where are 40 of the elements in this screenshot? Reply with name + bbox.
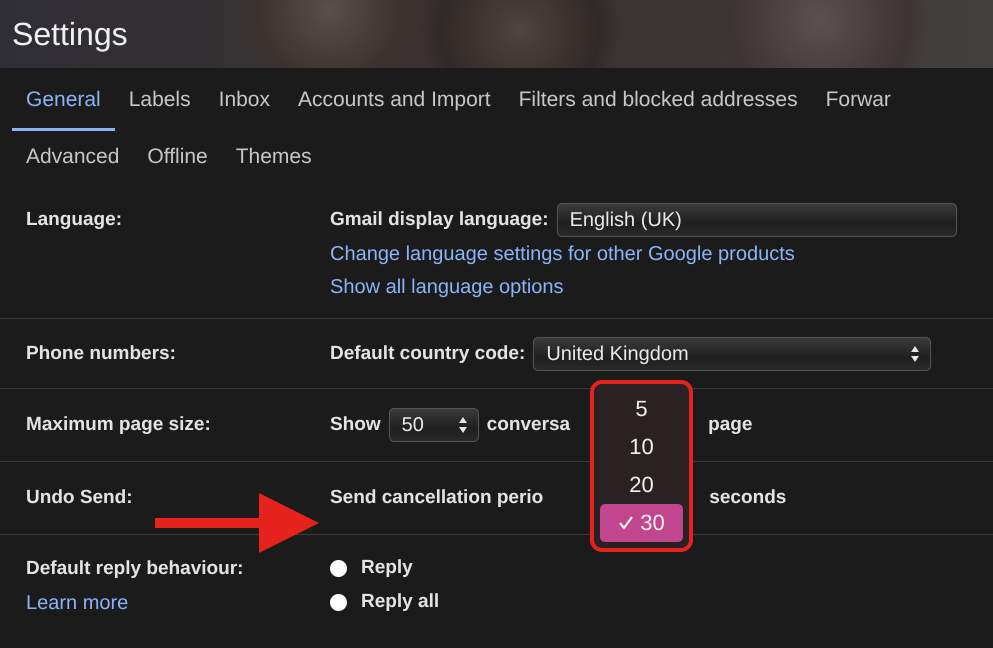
radio-label: Reply all — [361, 591, 440, 613]
setting-label: Maximum page size: — [26, 413, 212, 437]
arrow-icon — [155, 493, 319, 553]
language-link[interactable]: Show all language options — [330, 271, 993, 304]
dropdown-option[interactable]: 20 — [600, 466, 683, 504]
radio-label: Reply — [361, 557, 413, 579]
setting-label: Default reply behaviour: — [26, 557, 244, 581]
setting-label: Phone numbers: — [26, 342, 177, 366]
page-size-select[interactable]: 50 — [388, 408, 479, 442]
dropdown-option[interactable]: 5 — [600, 390, 683, 428]
up-down-arrows-icon — [458, 416, 468, 434]
field-label: conversa — [486, 414, 570, 436]
checkmark-icon — [618, 515, 634, 531]
language-select[interactable]: English (UK) — [556, 203, 957, 237]
settings-tab[interactable]: Filters and blocked addresses — [504, 68, 812, 131]
radio-button[interactable] — [330, 594, 347, 610]
language-link[interactable]: Change language settings for other Google products — [330, 238, 993, 271]
settings-tab[interactable]: Accounts and Import — [284, 68, 505, 131]
settings-tab[interactable]: Advanced — [12, 131, 134, 184]
page-title: Settings — [12, 16, 128, 52]
settings-tab[interactable]: Forwar — [812, 68, 905, 131]
settings-tab[interactable]: General — [12, 68, 115, 131]
settings-tab[interactable]: Offline — [133, 131, 222, 184]
settings-tab[interactable]: Themes — [222, 131, 326, 184]
field-label: Send cancellation perio — [330, 487, 544, 509]
setting-label: Undo Send: — [26, 486, 134, 510]
field-label: Default country code: — [330, 343, 526, 365]
field-label: Show — [330, 414, 381, 436]
learn-more-link[interactable]: Learn more — [26, 587, 330, 620]
dropdown-option[interactable]: 30 — [600, 504, 683, 542]
field-label: page — [708, 414, 752, 436]
field-label: Gmail display language: — [330, 209, 549, 231]
settings-tab[interactable]: Inbox — [204, 68, 284, 131]
radio-button[interactable] — [330, 560, 347, 576]
field-label: seconds — [709, 487, 786, 509]
setting-label: Language: — [26, 208, 124, 232]
up-down-arrows-icon — [910, 345, 920, 363]
dropdown-option[interactable]: 10 — [600, 428, 683, 466]
settings-tab[interactable]: Labels — [114, 68, 205, 131]
country-select[interactable]: United Kingdom — [533, 337, 932, 371]
